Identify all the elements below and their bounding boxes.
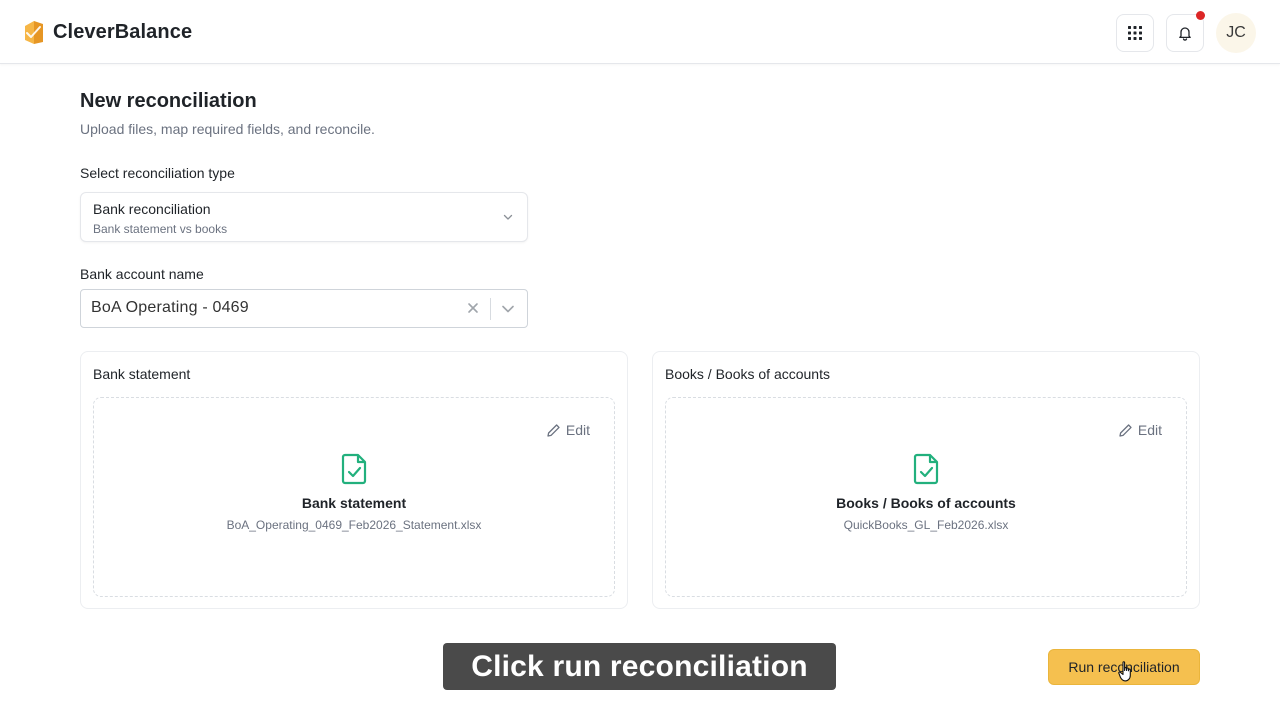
select-divider: [490, 298, 491, 320]
file-check-icon: [913, 453, 939, 485]
file-name: QuickBooks_GL_Feb2026.xlsx: [843, 518, 1009, 532]
top-navbar: CleverBalance JC: [0, 0, 1280, 64]
apps-grid-icon: [1128, 26, 1142, 40]
brand[interactable]: CleverBalance: [23, 18, 192, 46]
panel-title: Books / Books of accounts: [665, 366, 830, 382]
chevron-down-icon[interactable]: [501, 303, 515, 315]
books-dropzone[interactable]: Edit Books / Books of accounts QuickBook…: [665, 397, 1187, 597]
clear-icon[interactable]: [467, 302, 479, 314]
books-panel: Books / Books of accounts Edit Books / B…: [652, 351, 1200, 609]
edit-label: Edit: [565, 422, 590, 438]
reconciliation-type-value: Bank reconciliation: [93, 201, 211, 217]
edit-button[interactable]: Edit: [1118, 422, 1162, 438]
edit-label: Edit: [1137, 422, 1162, 438]
pencil-icon: [1119, 423, 1132, 437]
reconciliation-type-label: Select reconciliation type: [80, 165, 235, 181]
page-title: New reconciliation: [80, 90, 257, 112]
panel-title: Bank statement: [93, 366, 191, 382]
reconciliation-type-select[interactable]: Bank reconciliation Bank statement vs bo…: [80, 192, 528, 242]
file-name: BoA_Operating_0469_Feb2026_Statement.xls…: [226, 518, 482, 532]
header-actions: JC: [1116, 11, 1256, 53]
hand-cursor-icon: [1118, 661, 1131, 682]
chevron-down-icon: [503, 214, 513, 220]
reconciliation-type-description: Bank statement vs books: [93, 222, 228, 236]
brand-logo-icon: [25, 21, 43, 44]
tutorial-caption: Click run reconciliation: [443, 643, 836, 690]
pencil-icon: [547, 423, 560, 437]
file-title: Bank statement: [301, 495, 407, 511]
bank-account-value: BoA Operating - 0469: [91, 299, 249, 316]
bell-icon: [1179, 27, 1191, 41]
user-avatar[interactable]: JC: [1216, 13, 1256, 53]
apps-menu-button[interactable]: [1116, 14, 1154, 52]
brand-name: CleverBalance: [53, 20, 193, 43]
bank-statement-dropzone[interactable]: Edit Bank statement BoA_Operating_0469_F…: [93, 397, 615, 597]
bank-account-label: Bank account name: [80, 266, 204, 282]
file-check-icon: [341, 453, 367, 485]
bank-statement-panel: Bank statement Edit Bank statement BoA_O…: [80, 351, 628, 609]
file-title: Books / Books of accounts: [836, 495, 1016, 511]
notifications-button[interactable]: [1166, 11, 1205, 52]
page-subtitle: Upload files, map required fields, and r…: [80, 121, 375, 137]
notification-dot: [1196, 11, 1205, 20]
bank-account-select[interactable]: BoA Operating - 0469: [80, 289, 528, 328]
edit-button[interactable]: Edit: [546, 422, 590, 438]
avatar-initials: JC: [1226, 24, 1246, 41]
